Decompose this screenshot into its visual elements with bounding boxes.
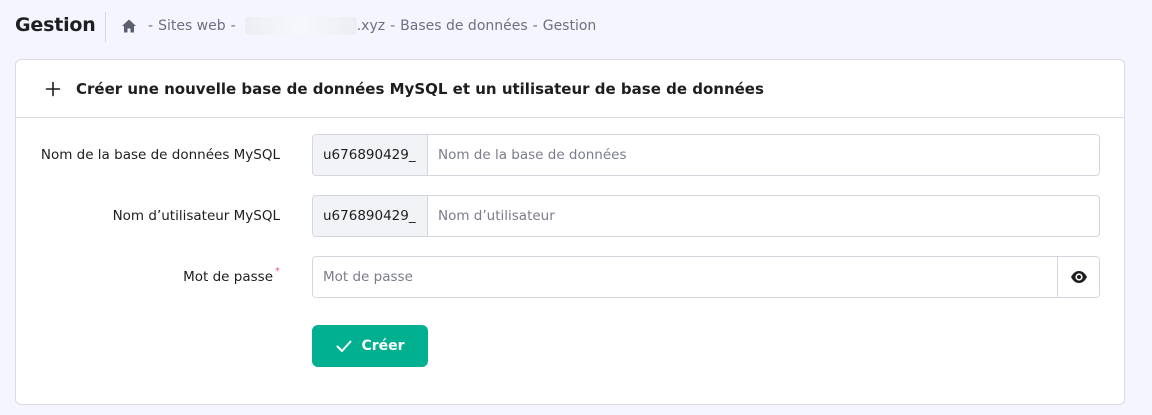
breadcrumb-separator: - — [390, 18, 396, 34]
redacted-domain — [244, 17, 357, 35]
password-input[interactable] — [313, 257, 1057, 297]
breadcrumb-item-sites-web[interactable]: Sites web — [158, 18, 226, 34]
title-divider — [105, 12, 106, 42]
username-prefix: u676890429_ — [313, 196, 428, 236]
password-row: Mot de passe * — [16, 256, 1124, 298]
breadcrumb-separator: - — [148, 18, 154, 34]
db-name-prefix: u676890429_ — [313, 135, 428, 175]
card-title: Créer une nouvelle base de données MySQL… — [76, 79, 764, 98]
username-row: Nom d’utilisateur MySQL u676890429_ — [16, 195, 1124, 237]
card-header[interactable]: Créer une nouvelle base de données MySQL… — [16, 60, 1124, 118]
password-label: Mot de passe * — [183, 256, 280, 298]
create-button[interactable]: Créer — [312, 325, 428, 367]
username-input-group: u676890429_ — [312, 195, 1100, 237]
breadcrumb-separator: - — [532, 18, 538, 34]
plus-icon[interactable] — [45, 81, 61, 97]
home-icon[interactable] — [121, 18, 137, 34]
breadcrumb-separator: - — [230, 18, 236, 34]
breadcrumb-item-domain[interactable]: .xyz — [357, 18, 385, 34]
create-button-label: Créer — [361, 338, 405, 354]
breadcrumb-item-current: Gestion — [542, 18, 597, 34]
check-icon — [335, 337, 353, 355]
username-input[interactable] — [428, 196, 1099, 236]
show-password-button[interactable] — [1057, 257, 1099, 297]
breadcrumb: - Sites web - .xyz - Bases de données - … — [121, 17, 596, 35]
required-marker: * — [275, 265, 280, 277]
db-name-row: Nom de la base de données MySQL u6768904… — [16, 134, 1124, 176]
username-label: Nom d’utilisateur MySQL — [112, 208, 280, 224]
db-name-input-group: u676890429_ — [312, 134, 1100, 176]
create-database-card: Créer une nouvelle base de données MySQL… — [15, 59, 1125, 405]
top-bar: Gestion - Sites web - .xyz - Bases de do… — [0, 0, 1152, 54]
db-name-input[interactable] — [428, 135, 1099, 175]
page-title: Gestion — [15, 14, 96, 36]
eye-icon — [1070, 268, 1088, 286]
password-input-group — [312, 256, 1100, 298]
password-label-text: Mot de passe — [183, 269, 273, 285]
db-name-label: Nom de la base de données MySQL — [40, 147, 280, 163]
breadcrumb-item-databases[interactable]: Bases de données — [400, 18, 528, 34]
